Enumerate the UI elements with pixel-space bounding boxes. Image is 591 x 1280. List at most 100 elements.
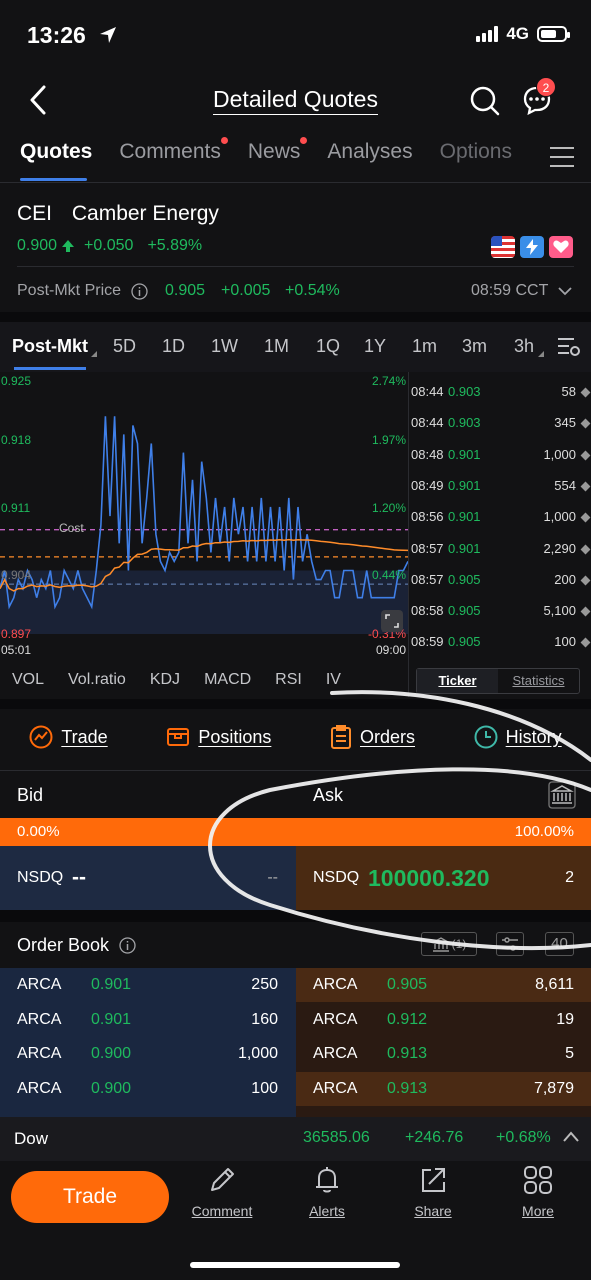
range-1d[interactable]: 1D: [162, 336, 185, 357]
nav-share[interactable]: Share: [393, 1164, 473, 1219]
nav-more[interactable]: More: [498, 1164, 578, 1219]
ask-order-row: ARCA 0.913 7,879: [296, 1071, 591, 1106]
ticker-price: 0.905: [448, 571, 481, 587]
ask-order-row: ARCA 0.913 5: [296, 1037, 591, 1071]
indicator-iv[interactable]: IV: [326, 671, 341, 689]
tab-comments[interactable]: Comments: [119, 137, 228, 164]
range-1w[interactable]: 1W: [211, 336, 238, 357]
range-1m-month[interactable]: 1M: [264, 336, 289, 357]
nav-comment[interactable]: Comment: [182, 1164, 262, 1219]
bank-icon[interactable]: [548, 781, 576, 809]
indicator-vol-ratio[interactable]: Vol.ratio: [68, 671, 126, 689]
trade-button[interactable]: Trade: [11, 1171, 169, 1223]
chevron-up-icon[interactable]: [562, 1130, 580, 1144]
us-flag-icon: [491, 236, 515, 258]
tab-options[interactable]: Options: [440, 140, 512, 164]
y-label-right-1: 1.97%: [371, 433, 406, 447]
ticker-volume: 1,000: [543, 509, 576, 525]
ticker-price: 0.905: [448, 634, 481, 650]
indicator-macd[interactable]: MACD: [204, 671, 251, 689]
ask-order-exchange: ARCA: [313, 976, 358, 993]
stock-price: 0.900: [17, 237, 58, 254]
price-chart[interactable]: 0.925 0.918 0.911 0.904 0.897 2.74% 1.97…: [0, 372, 408, 662]
divider: [0, 182, 591, 183]
range-post-mkt[interactable]: Post-Mkt: [12, 336, 88, 357]
ticker-volume: 2,290: [543, 540, 576, 556]
history-link[interactable]: History: [474, 725, 562, 749]
indicator-kdj[interactable]: KDJ: [150, 671, 180, 689]
exchange-count: (1): [451, 937, 467, 951]
signal-icon: [476, 26, 499, 42]
chevron-down-icon[interactable]: [557, 285, 573, 297]
ask-order-row: ARCA 0.905 8,611: [296, 968, 591, 1002]
tab-ticker[interactable]: Ticker: [417, 669, 498, 693]
index-change: +246.76: [405, 1129, 464, 1146]
bid-order-row: ARCA 0.901 250: [0, 968, 296, 1002]
tab-analyses[interactable]: Analyses: [327, 140, 412, 164]
ticker-volume: 554: [554, 477, 576, 493]
ask-order-row: ARCA 0.912 19: [296, 1003, 591, 1037]
bid-order-exchange: ARCA: [17, 1045, 62, 1062]
ask-order-exchange: ARCA: [313, 1010, 358, 1028]
ticker-time: 08:57: [411, 571, 444, 587]
post-market-time: 08:59 CCT: [471, 282, 549, 299]
chart-settings-icon[interactable]: [557, 336, 581, 358]
tab-news[interactable]: News: [248, 137, 308, 164]
network-label: 4G: [506, 24, 529, 43]
home-indicator: [190, 1262, 400, 1268]
indicator-vol[interactable]: VOL: [12, 671, 44, 689]
ticker-row: 08:44 0.903 58: [409, 384, 591, 404]
range-5d[interactable]: 5D: [113, 336, 136, 357]
bid-order-price: 0.900: [91, 1045, 132, 1062]
positions-link[interactable]: Positions: [166, 725, 271, 749]
ticker-row: 08:58 0.905 5,100: [409, 603, 591, 623]
messages-button[interactable]: 2: [522, 77, 556, 117]
lightning-icon[interactable]: [520, 236, 544, 258]
nav-alerts[interactable]: Alerts: [287, 1164, 367, 1219]
bid-price: --: [72, 866, 86, 889]
ask-quote-row: NSDQ 100000.320 2: [296, 846, 591, 910]
tab-quotes[interactable]: Quotes: [20, 140, 92, 164]
bottom-nav: Trade Comment Alerts Share More: [0, 1164, 591, 1240]
range-3h[interactable]: 3h: [514, 336, 534, 357]
post-market-row[interactable]: Post-Mkt Price 0.905 +0.005 +0.54% 08:59…: [17, 282, 574, 302]
menu-icon[interactable]: [549, 146, 575, 168]
stock-change-pct: +5.89%: [147, 237, 203, 254]
range-1y[interactable]: 1Y: [364, 336, 386, 357]
order-book-settings-button[interactable]: [496, 932, 524, 956]
bid-order-size: 1,000: [237, 1045, 278, 1062]
battery-icon: [537, 26, 570, 42]
fullscreen-icon[interactable]: [381, 610, 403, 632]
index-name: Dow: [14, 1129, 49, 1148]
range-3m[interactable]: 3m: [462, 336, 487, 357]
info-icon[interactable]: [131, 283, 148, 300]
info-icon[interactable]: [119, 937, 136, 954]
ticker-volume: 200: [554, 571, 576, 587]
ticker-time: 08:57: [411, 540, 444, 556]
index-change-pct: +0.68%: [496, 1129, 551, 1146]
diamond-icon: [580, 544, 591, 554]
trade-link[interactable]: Trade: [29, 725, 108, 749]
ticker-panel: 08:44 0.903 58 08:44 0.903 345 08:48 0.901 1,000…: [408, 372, 591, 697]
tab-statistics[interactable]: Statistics: [498, 669, 579, 693]
y-label-left-1: 0.918: [1, 433, 32, 447]
favorite-heart-icon[interactable]: [549, 236, 573, 258]
bid-order-row: ARCA 0.901 160: [0, 1003, 296, 1037]
range-1q[interactable]: 1Q: [316, 336, 340, 357]
index-value: 36585.06: [303, 1129, 370, 1146]
bell-icon: [316, 1167, 338, 1193]
ticker-price: 0.901: [448, 446, 481, 462]
orders-link[interactable]: Orders: [330, 725, 415, 749]
sliders-icon: [502, 937, 518, 951]
indicator-rsi[interactable]: RSI: [275, 671, 302, 689]
exchange-filter-button[interactable]: (1): [421, 932, 477, 956]
ask-order-size: 19: [556, 1010, 574, 1028]
depth-button[interactable]: 40: [545, 932, 574, 956]
range-1m-minute[interactable]: 1m: [412, 336, 437, 357]
index-ticker-bar[interactable]: Dow 36585.06 +246.76 +0.68%: [0, 1117, 591, 1161]
ticker-row: 08:49 0.901 554: [409, 478, 591, 498]
search-icon[interactable]: [469, 85, 501, 117]
trade-actions-row: Trade Positions Orders History: [0, 714, 591, 760]
bid-order-row: ARCA 0.900 100: [0, 1072, 296, 1106]
y-label-left-3: 0.904: [1, 568, 32, 582]
